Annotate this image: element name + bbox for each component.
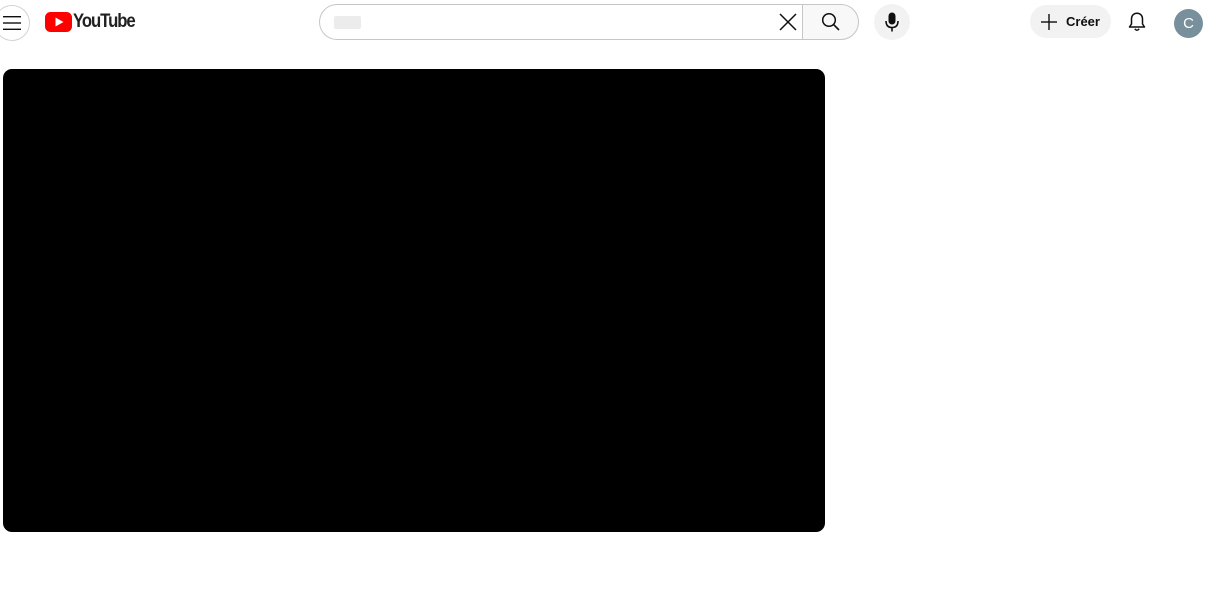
logo-wordmark: YouTube <box>73 11 136 32</box>
search-icon <box>821 12 840 31</box>
search-button[interactable] <box>802 4 859 40</box>
video-player[interactable] <box>3 69 825 532</box>
masthead: YouTube Créer C <box>0 0 1224 44</box>
youtube-play-icon <box>45 12 72 32</box>
create-button-label: Créer <box>1066 14 1100 29</box>
youtube-logo[interactable]: YouTube <box>45 11 143 33</box>
plus-icon <box>1041 13 1057 30</box>
search-input[interactable] <box>334 8 764 36</box>
avatar-letter: C <box>1183 15 1194 32</box>
close-icon <box>779 13 797 31</box>
bell-icon <box>1128 12 1146 31</box>
hamburger-menu-icon <box>3 16 21 30</box>
voice-search-button[interactable] <box>874 4 910 40</box>
search-query-redacted <box>334 16 361 29</box>
guide-menu-button[interactable] <box>0 5 30 41</box>
create-button[interactable]: Créer <box>1030 5 1111 38</box>
microphone-icon <box>885 12 899 32</box>
notifications-button[interactable] <box>1119 4 1155 40</box>
search-box[interactable] <box>319 4 803 40</box>
account-avatar[interactable]: C <box>1174 9 1203 38</box>
clear-search-button[interactable] <box>772 6 804 38</box>
